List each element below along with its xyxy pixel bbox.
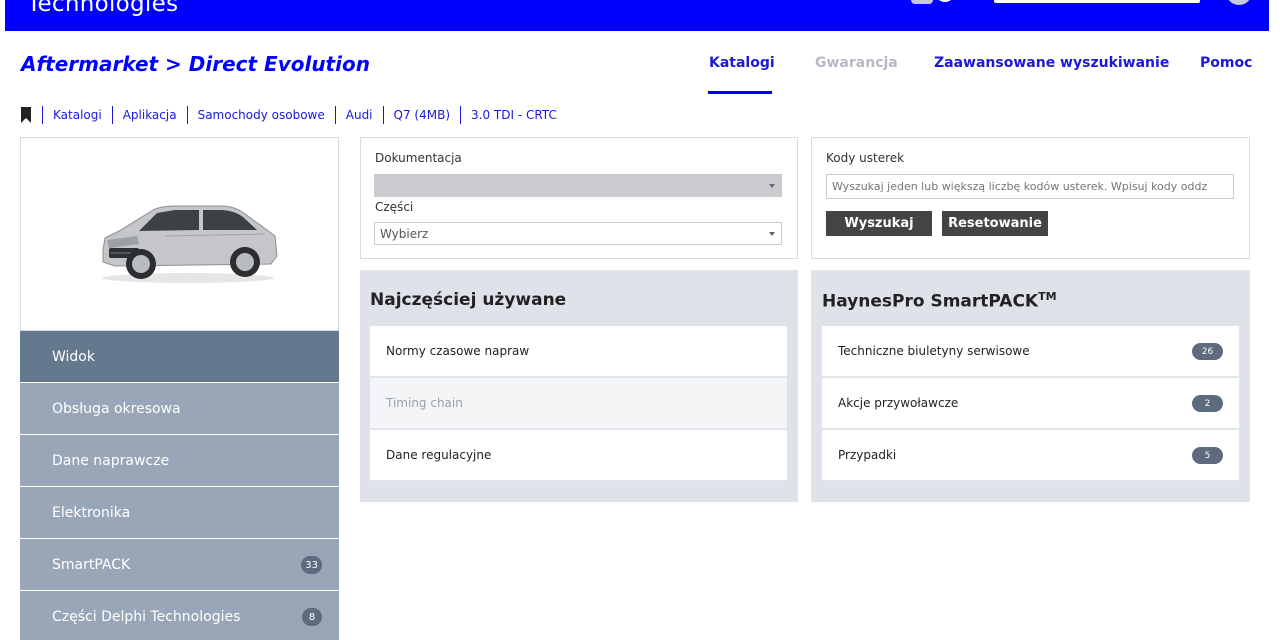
user-icon[interactable] [911, 0, 955, 6]
breadcrumb-separator [186, 106, 188, 124]
search-button[interactable]: Wyszukaj [826, 211, 932, 236]
count-badge: 2 [1192, 395, 1223, 412]
breadcrumb-item-passenger-cars[interactable]: Samochody osobowe [198, 108, 325, 122]
tab-gwarancja: Gwarancja [815, 55, 898, 71]
reset-button[interactable]: Resetowanie [942, 211, 1048, 236]
header-search-input[interactable] [994, 0, 1200, 3]
tab-help[interactable]: Pomoc [1200, 55, 1252, 71]
list-item[interactable]: Techniczne biuletyny serwisowe 26 [822, 326, 1239, 377]
list-item-label: Przypadki [838, 448, 897, 462]
list-item-label: Techniczne biuletyny serwisowe [838, 344, 1030, 358]
sidebar-item-smartpack[interactable]: SmartPACK 33 [20, 539, 339, 591]
breadcrumb-separator [334, 106, 336, 124]
bookmark-icon[interactable] [20, 107, 32, 123]
trademark-mark: TM [1038, 290, 1057, 303]
list-item-label: Normy czasowe napraw [386, 344, 530, 358]
sidebar-item-label: Części Delphi Technologies [52, 608, 241, 625]
brand-logo[interactable]: Technologies [27, 0, 178, 17]
smartpack-title-text: HaynesPro SmartPACK [822, 291, 1039, 312]
breadcrumb-separator [460, 106, 461, 124]
chevron-down-icon [769, 184, 775, 188]
list-item[interactable]: Przypadki 5 [822, 430, 1239, 481]
active-tab-indicator [708, 91, 772, 94]
list-item[interactable]: Normy czasowe napraw [370, 326, 787, 377]
parts-select-value: Wybierz [380, 226, 429, 241]
breadcrumb: Katalogi Aplikacja Samochody osobowe Aud… [20, 105, 557, 125]
top-bar: Technologies [5, 0, 1269, 31]
count-badge: 8 [302, 608, 322, 626]
fault-codes-label: Kody usterek [826, 151, 905, 165]
sidebar-item-delphi-parts[interactable]: Części Delphi Technologies 8 [20, 591, 339, 640]
smartpack-title: HaynesPro SmartPACKTM [822, 290, 1057, 312]
sidebar-item-label: Obsługa okresowa [52, 400, 181, 417]
sidebar-menu: Widok Obsługa okresowa Dane naprawcze El… [20, 331, 339, 640]
tab-katalogi[interactable]: Katalogi [709, 55, 775, 71]
fault-codes-input[interactable] [826, 174, 1234, 199]
sidebar-item-electronics[interactable]: Elektronika [20, 487, 339, 539]
sidebar-item-label: Widok [52, 348, 95, 365]
sidebar-item-view[interactable]: Widok [20, 331, 339, 383]
list-item-label: Akcje przywoławcze [838, 396, 959, 410]
list-item: Timing chain [370, 378, 787, 429]
most-used-title: Najczęściej używane [370, 290, 567, 310]
sidebar-item-label: Elektronika [52, 504, 131, 521]
parts-select[interactable]: Wybierz [374, 222, 782, 245]
sidebar-item-periodic-service[interactable]: Obsługa okresowa [20, 383, 339, 435]
sidebar-item-repair-data[interactable]: Dane naprawcze [20, 435, 339, 487]
list-item[interactable]: Dane regulacyjne [370, 430, 787, 481]
list-item[interactable]: Akcje przywoławcze 2 [822, 378, 1239, 429]
documentation-select [374, 174, 782, 197]
parts-label: Części [375, 200, 414, 214]
breadcrumb-item-application[interactable]: Aplikacja [123, 108, 177, 122]
breadcrumb-separator [42, 106, 43, 124]
breadcrumb-item-catalogs[interactable]: Katalogi [53, 108, 102, 122]
count-badge: 33 [301, 556, 322, 574]
breadcrumb-separator [111, 106, 113, 124]
breadcrumb-item-model[interactable]: Q7 (4MB) [394, 108, 450, 122]
breadcrumb-item-engine[interactable]: 3.0 TDI - CRTC [471, 108, 557, 122]
sidebar-item-label: SmartPACK [52, 556, 131, 573]
breadcrumb-item-make[interactable]: Audi [346, 108, 373, 122]
sidebar-item-label: Dane naprawcze [52, 452, 170, 469]
documentation-label: Dokumentacja [375, 151, 462, 165]
page-title: Aftermarket > Direct Evolution [21, 52, 370, 76]
list-item-label: Dane regulacyjne [386, 448, 492, 462]
settings-icon[interactable] [1223, 0, 1255, 6]
list-item-label: Timing chain [386, 396, 463, 410]
car-image [102, 205, 278, 283]
chevron-down-icon [769, 232, 775, 236]
count-badge: 26 [1192, 343, 1223, 360]
count-badge: 5 [1192, 447, 1223, 464]
vehicle-image-panel [20, 137, 339, 331]
breadcrumb-separator [382, 106, 384, 124]
tab-advanced-search[interactable]: Zaawansowane wyszukiwanie [934, 55, 1169, 71]
